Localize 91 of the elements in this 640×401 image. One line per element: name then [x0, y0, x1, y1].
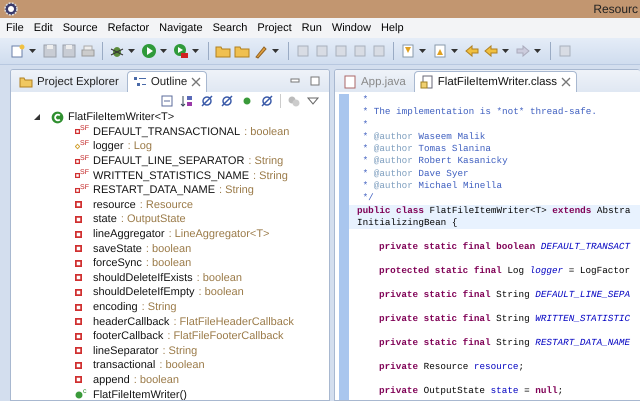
- code-line: private OutputState state = null;: [379, 384, 564, 398]
- menu-item[interactable]: Run: [302, 22, 322, 34]
- code-line: *: [362, 118, 370, 131]
- close-icon[interactable]: [561, 77, 572, 87]
- method-icon: [75, 390, 83, 399]
- tree-item[interactable]: headerCallback : FlatFileHeaderCallback: [33, 314, 321, 329]
- modifier-label: c: [83, 388, 86, 396]
- gear-icon: [4, 2, 18, 16]
- protected-field-icon: [75, 142, 80, 150]
- caret-icon[interactable]: [534, 49, 541, 53]
- view-menu-icon[interactable]: [307, 97, 319, 105]
- editor-tab[interactable]: FlatFileItemWriter.class: [414, 71, 578, 92]
- run-config-icon[interactable]: [173, 43, 189, 59]
- tree-item[interactable]: $^{SF}$ logger : Log: [33, 139, 321, 154]
- code-line: private static final String WRITTEN_STATISTIC: [379, 312, 632, 326]
- new-file-icon[interactable]: [10, 43, 26, 59]
- tree-item[interactable]: resource : Resource: [33, 198, 321, 212]
- code-line: private static final boolean DEFAULT_TRANSACT: [379, 240, 632, 254]
- tree-item[interactable]: state : OutputState: [33, 212, 321, 227]
- code-line: * @author Dave Syer: [362, 168, 470, 180]
- caret-icon[interactable]: [160, 49, 167, 53]
- code-line: * The implementation is *not* thread-safe.: [362, 106, 598, 119]
- menu-item[interactable]: Window: [332, 22, 371, 34]
- java-file-icon: [343, 75, 357, 89]
- print-icon[interactable]: [80, 43, 96, 59]
- modifier-label: SF: [80, 169, 89, 176]
- hide-static-icon[interactable]: [220, 94, 234, 108]
- save-icon[interactable]: [42, 43, 58, 59]
- caret-icon[interactable]: [272, 49, 279, 53]
- tree-item[interactable]: $^{SF}$ WRITTEN_STATISTICS_NAME : String: [33, 168, 321, 183]
- caret-icon[interactable]: [419, 49, 426, 53]
- menu-item[interactable]: Search: [212, 22, 248, 34]
- code-line: * @author Michael Minella: [362, 180, 504, 192]
- menu-item[interactable]: Project: [257, 22, 292, 34]
- menu-item[interactable]: File: [6, 22, 24, 34]
- class-icon: [51, 110, 64, 124]
- maximize-icon[interactable]: [309, 75, 321, 87]
- menu-item[interactable]: Refactor: [108, 22, 150, 34]
- close-icon[interactable]: [191, 77, 202, 87]
- tree-item[interactable]: lineAggregator : LineAggregator<T>: [33, 226, 321, 242]
- list-icon: [132, 75, 147, 89]
- modifier-label: SF: [80, 140, 89, 147]
- tree-item[interactable]: lineSeparator : String: [33, 344, 321, 358]
- view-tab[interactable]: Project Explorer: [13, 71, 125, 92]
- menu-item[interactable]: Source: [62, 22, 98, 34]
- caret-icon[interactable]: [128, 49, 135, 53]
- menu-item[interactable]: Help: [380, 22, 404, 34]
- tree-item[interactable]: transactional : boolean: [33, 358, 321, 373]
- modifier-label: SF: [80, 154, 89, 162]
- collapse-icon[interactable]: [160, 94, 174, 108]
- expand-arrow-icon[interactable]: [33, 113, 41, 122]
- hide-local-icon[interactable]: [260, 94, 274, 108]
- window-title: Resourc: [593, 2, 638, 16]
- tree-item[interactable]: $^{SF}$ RESTART_DATA_NAME : String: [33, 182, 321, 198]
- caret-icon[interactable]: [451, 49, 458, 53]
- code-line: * @author Robert Kasanicky: [362, 155, 509, 168]
- modifier-label: SF: [80, 125, 89, 132]
- tree-item[interactable]: encoding : String: [33, 300, 321, 314]
- save-all-icon[interactable]: [61, 43, 77, 59]
- back-arrow-icon[interactable]: [464, 43, 480, 59]
- caret-icon[interactable]: [502, 49, 509, 53]
- tree-item[interactable]: $^{SF}$ DEFAULT_TRANSACTIONAL : boolean: [33, 124, 321, 140]
- tree-item[interactable]: footerCallback : FlatFileFooterCallback: [33, 328, 321, 344]
- code-line: private Resource resource;: [379, 360, 526, 374]
- code-line: *: [362, 94, 370, 106]
- private-field-icon: [75, 128, 80, 136]
- tree-item[interactable]: FlatFileItemWriter<T>: [33, 110, 321, 125]
- tree-item[interactable]: $^{SF}$ DEFAULT_LINE_SEPARATOR : String: [33, 154, 321, 168]
- code-line: */: [362, 192, 375, 205]
- tree-item[interactable]: saveState : boolean: [33, 241, 321, 256]
- menu-item[interactable]: Navigate: [159, 22, 203, 34]
- view-tab[interactable]: Outline: [126, 71, 208, 92]
- tree-item[interactable]: shouldDeleteIfExists : boolean: [33, 270, 321, 286]
- code-line: protected static final Log logger = LogFactor: [379, 264, 632, 278]
- modifier-label: SF: [80, 184, 89, 191]
- code-line: * @author Waseem Malik: [362, 130, 486, 144]
- menu-item[interactable]: Edit: [34, 22, 53, 34]
- folder-icon: [19, 75, 33, 89]
- sort-icon[interactable]: [180, 94, 194, 108]
- class-file-icon: [420, 75, 434, 89]
- caret-icon[interactable]: [192, 49, 199, 53]
- code-line: * @author Tomas Slanina: [362, 143, 492, 156]
- tree-item[interactable]: $^{c}$ FlatFileItemWriter(): [33, 387, 321, 400]
- tree-item[interactable]: shouldDeleteIfEmpty : boolean: [33, 285, 321, 300]
- tree-item[interactable]: forceSync : boolean: [33, 256, 321, 271]
- hide-fields-icon[interactable]: [200, 94, 214, 108]
- code-line: private static final String DEFAULT_LINE_SEPA: [379, 288, 632, 302]
- code-line: private static final String RESTART_DATA_NAME: [379, 336, 632, 350]
- tree-item[interactable]: append : boolean: [33, 372, 321, 388]
- run-icon[interactable]: [141, 43, 157, 59]
- caret-icon[interactable]: [29, 49, 36, 53]
